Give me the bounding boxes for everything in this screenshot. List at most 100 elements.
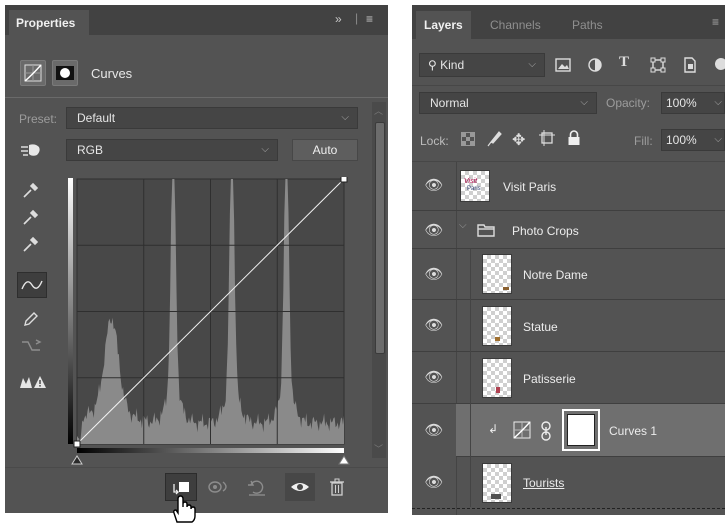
indent-divider — [470, 300, 471, 352]
layer-thumbnail — [482, 254, 512, 294]
chevron-down-icon: ⌵ — [261, 144, 269, 155]
chevron-down-icon[interactable]: ⌵ — [459, 220, 467, 231]
indent-divider — [470, 457, 471, 507]
curves-adjustment-icon — [20, 60, 46, 86]
filter-type-icon[interactable]: T — [619, 54, 629, 71]
properties-scrollbar[interactable]: ︿ ﹀ — [372, 102, 386, 458]
sample-in-image-black-icon[interactable] — [18, 180, 44, 206]
curves-graph[interactable] — [67, 177, 357, 475]
reset-icon[interactable] — [245, 477, 269, 500]
opacity-value: 100% — [666, 96, 697, 110]
eye-icon[interactable]: 👁 — [422, 176, 446, 194]
layer-row[interactable]: 👁 Statue — [412, 300, 725, 352]
lock-artboard-icon[interactable] — [539, 130, 555, 149]
delete-icon[interactable] — [327, 477, 347, 500]
filter-adjustment-icon[interactable] — [587, 57, 603, 76]
adjustment-title: Curves — [91, 66, 133, 81]
eye-icon[interactable]: 👁 — [422, 265, 446, 283]
layer-thumbnail — [482, 358, 512, 398]
layer-row[interactable]: 👁 Patisserie — [412, 352, 725, 404]
black-point[interactable] — [73, 440, 81, 448]
sample-in-image-white-icon[interactable] — [18, 234, 44, 260]
scroll-up-icon[interactable]: ︿ — [374, 104, 383, 117]
blend-mode-dropdown[interactable]: Normal ⌵ — [419, 92, 597, 114]
eye-icon[interactable]: 👁 — [422, 316, 446, 334]
opacity-label: Opacity: — [606, 96, 651, 110]
layer-row[interactable]: 👁 Notre Dame — [412, 249, 725, 300]
svg-text:Paris: Paris — [467, 186, 481, 192]
sample-in-image-gray-icon[interactable] — [18, 207, 44, 233]
input-gradient-bar — [77, 448, 344, 453]
opacity-field[interactable]: 100% ⌵ — [661, 92, 725, 114]
search-icon: ⚲ — [428, 58, 437, 72]
tab-paths[interactable]: Paths — [572, 11, 603, 39]
visibility-icon[interactable] — [285, 473, 315, 501]
layer-row-selected[interactable]: 👁 ↲ Curves 1 — [412, 404, 725, 457]
preset-dropdown[interactable]: Default ⌵ — [66, 107, 358, 129]
layer-mask-thumbnail[interactable] — [562, 409, 600, 451]
fill-label: Fill: — [634, 134, 653, 148]
filter-smart-object-icon[interactable] — [682, 57, 698, 76]
panel-menu-icon[interactable]: ≡ — [712, 15, 719, 29]
filter-kind-dropdown[interactable]: ⚲ Kind ⌵ — [419, 53, 545, 77]
scroll-down-icon[interactable]: ﹀ — [374, 442, 383, 455]
layer-name: Notre Dame — [523, 268, 588, 282]
svg-text:Visit: Visit — [464, 178, 478, 185]
lock-position-icon[interactable]: ✥ — [512, 130, 525, 150]
chevron-down-icon: ⌵ — [580, 97, 588, 108]
tab-properties[interactable]: Properties — [9, 10, 89, 35]
filter-pixel-icon[interactable] — [555, 57, 571, 76]
tab-layers[interactable]: Layers — [416, 11, 471, 39]
fill-field[interactable]: 100% ⌵ — [661, 129, 725, 151]
auto-button[interactable]: Auto — [292, 139, 358, 161]
targeted-adjustment-icon[interactable] — [19, 139, 43, 161]
layer-name: Curves 1 — [609, 424, 658, 438]
white-point[interactable] — [340, 177, 348, 183]
lock-transparent-icon[interactable] — [461, 132, 475, 149]
curve-points-icon[interactable] — [17, 272, 47, 298]
chevron-down-icon: ⌵ — [341, 112, 349, 123]
divider — [412, 85, 725, 86]
chain-link-icon[interactable] — [540, 421, 552, 444]
fill-value: 100% — [666, 133, 697, 147]
filter-toggle-icon[interactable] — [712, 55, 725, 73]
layers-panel: Layers Channels Paths ≡ ⚲ Kind ⌵ T Norma… — [412, 5, 725, 515]
layer-name: Photo Crops — [512, 224, 579, 238]
scroll-thumb[interactable] — [375, 122, 385, 354]
eye-icon[interactable]: 👁 — [422, 473, 446, 491]
properties-tab-bar: Properties » | ≡ — [5, 5, 388, 35]
preset-value: Default — [77, 111, 116, 125]
layer-row[interactable]: 👁 Tourists — [412, 457, 725, 507]
layer-name: Patisserie — [523, 372, 576, 386]
lock-all-icon[interactable] — [567, 130, 581, 149]
pencil-icon[interactable] — [18, 309, 44, 335]
layer-name: Statue — [523, 320, 558, 334]
layer-thumbnail: Visit Paris — [460, 170, 490, 202]
layer-row[interactable]: 👁 Visit Paris Visit Paris — [412, 162, 725, 211]
white-slider[interactable] — [338, 455, 350, 465]
blend-mode-value: Normal — [430, 96, 469, 110]
clipping-arrow-icon: ↲ — [488, 422, 499, 436]
layer-name: Visit Paris — [503, 180, 557, 194]
view-previous-icon[interactable] — [205, 477, 233, 500]
eye-icon[interactable]: 👁 — [422, 368, 446, 386]
clipping-warning-icon[interactable] — [18, 372, 48, 398]
layer-thumbnail — [482, 306, 512, 346]
black-slider[interactable] — [71, 455, 83, 465]
folder-icon — [477, 223, 495, 240]
filter-shape-icon[interactable] — [650, 57, 666, 76]
layer-mask-icon[interactable] — [52, 60, 78, 86]
layer-thumbnail — [482, 463, 512, 503]
curves-adjustment-icon — [512, 420, 532, 443]
eye-icon[interactable]: 👁 — [422, 421, 446, 439]
collapse-icon[interactable]: » — [335, 12, 342, 26]
panel-menu-icon[interactable]: ≡ — [366, 12, 373, 26]
divider — [5, 97, 388, 98]
layers-tab-bar: Layers Channels Paths ≡ — [412, 5, 725, 39]
layer-group-row[interactable]: 👁 ⌵ Photo Crops — [412, 211, 725, 249]
channel-dropdown[interactable]: RGB ⌵ — [66, 139, 278, 161]
tab-channels[interactable]: Channels — [490, 11, 541, 39]
eye-icon[interactable]: 👁 — [422, 221, 446, 239]
lock-image-icon[interactable] — [486, 130, 502, 151]
separator: | — [355, 11, 359, 25]
